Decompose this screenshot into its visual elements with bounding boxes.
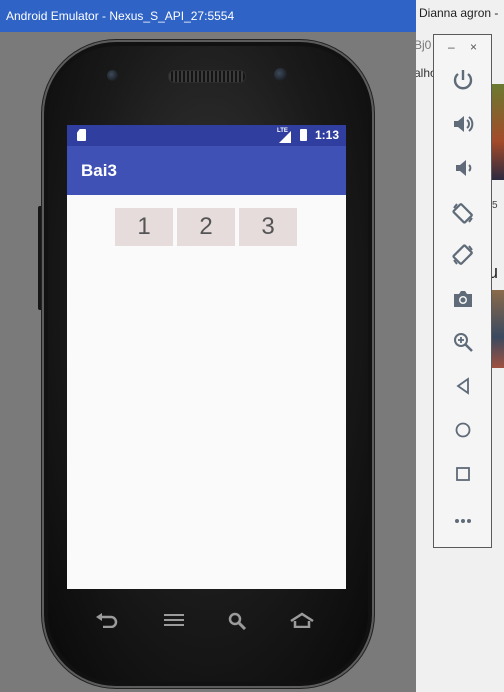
background-window-label-5: 5 — [492, 200, 498, 211]
earpiece-speaker — [168, 70, 246, 83]
search-icon[interactable] — [225, 612, 251, 635]
background-thumbnail — [492, 290, 504, 368]
home-icon[interactable] — [434, 421, 491, 445]
volume-down-icon[interactable] — [434, 157, 491, 185]
back-icon[interactable] — [94, 612, 120, 633]
battery-icon — [300, 129, 307, 141]
background-window-tab: Bj0 — [414, 38, 432, 52]
front-camera-icon — [274, 68, 287, 81]
proximity-sensor-icon — [107, 70, 118, 81]
rotate-left-icon[interactable] — [434, 201, 491, 231]
back-icon[interactable] — [434, 377, 491, 401]
background-window-title: Dianna agron - — [419, 6, 499, 20]
volume-up-icon[interactable] — [434, 113, 491, 141]
emulator-toolbar: – × — [433, 34, 492, 548]
number-button-2[interactable]: 2 — [177, 208, 235, 246]
status-bar: LTE 1:13 — [67, 125, 346, 146]
number-button-3[interactable]: 3 — [239, 208, 297, 246]
rotate-right-icon[interactable] — [434, 243, 491, 273]
device-screen: LTE 1:13 Bai3 1 2 3 — [67, 125, 346, 589]
zoom-icon[interactable] — [434, 331, 491, 359]
power-icon[interactable] — [434, 69, 491, 97]
camera-icon[interactable] — [434, 289, 491, 315]
overview-icon[interactable] — [434, 465, 491, 489]
home-icon[interactable] — [289, 612, 315, 633]
menu-icon[interactable] — [161, 612, 187, 633]
number-button-1[interactable]: 1 — [115, 208, 173, 246]
signal-icon — [279, 131, 291, 143]
background-thumbnail — [492, 84, 504, 180]
minimize-button[interactable]: – — [448, 40, 455, 54]
app-bar: Bai3 — [67, 146, 346, 195]
status-time: 1:13 — [315, 128, 340, 142]
app-title: Bai3 — [81, 161, 117, 180]
more-icon[interactable] — [434, 509, 491, 532]
sd-card-icon — [77, 129, 86, 141]
emulator-title-bar[interactable]: Android Emulator - Nexus_S_API_27:5554 — [0, 0, 416, 32]
close-button[interactable]: × — [470, 40, 477, 54]
